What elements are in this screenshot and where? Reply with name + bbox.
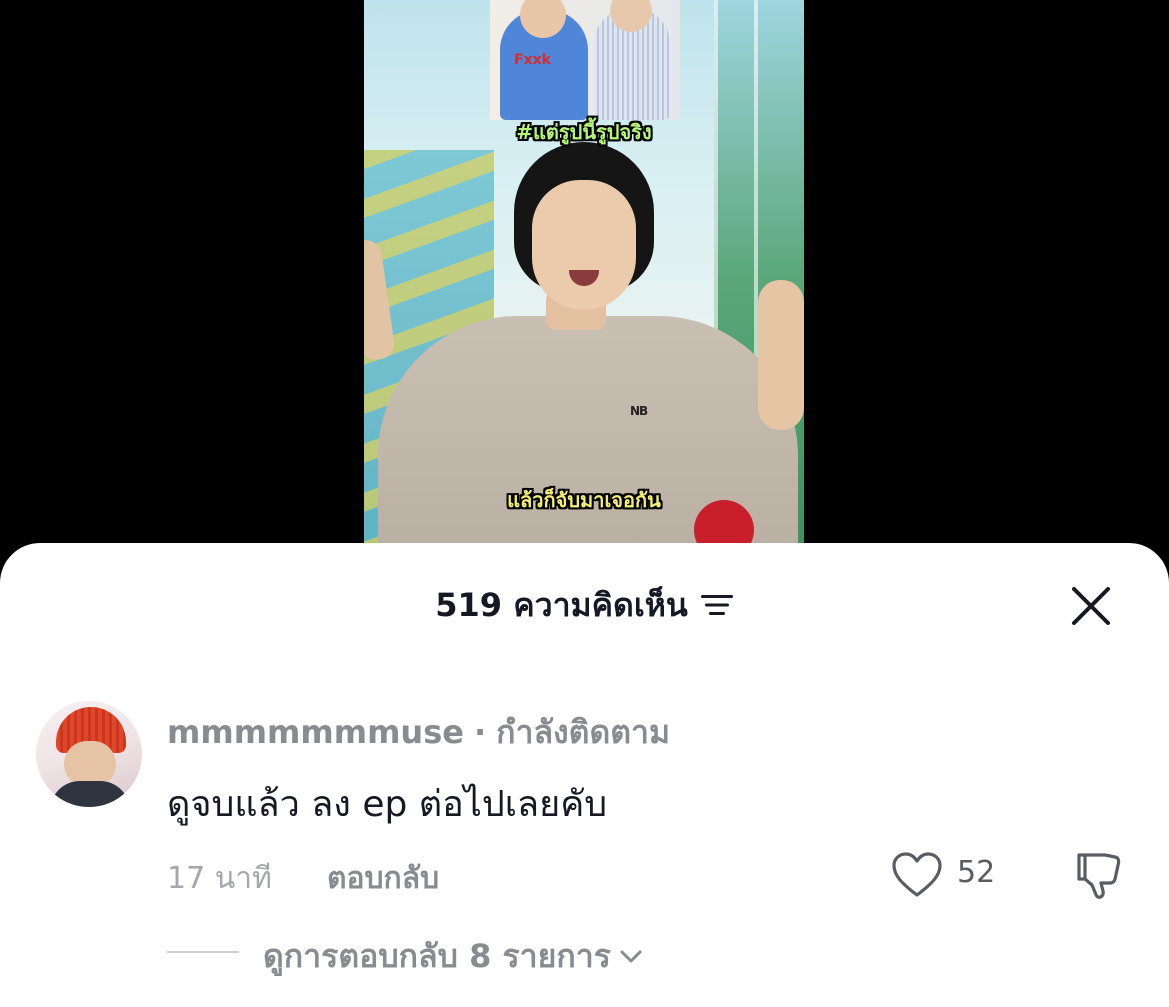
reply-button[interactable]: ตอบกลับ xyxy=(327,855,439,902)
comment-username[interactable]: mmmmmmmuse xyxy=(167,713,464,751)
thumbs-down-icon[interactable] xyxy=(1071,849,1123,901)
follow-status: กำลังติดตาม xyxy=(496,713,671,751)
replies-divider xyxy=(167,951,239,953)
sort-lines-icon[interactable] xyxy=(700,592,734,618)
view-replies-row: ดูการตอบกลับ 8 รายการ xyxy=(167,931,867,975)
comment-time: 17 นาที xyxy=(167,861,272,896)
comments-header: 519 ความคิดเห็น xyxy=(0,583,1169,627)
comments-sheet: 519 ความคิดเห็น mmmmmmmuse · กำลังติดตาม ด… xyxy=(0,543,1169,1007)
comment-author-line: mmmmmmmuse · กำลังติดตาม xyxy=(167,707,670,758)
person-arm-right xyxy=(758,280,804,430)
comment-actions: 17 นาที ตอบกลับ 52 xyxy=(167,852,1167,899)
like-count: 52 xyxy=(957,855,996,890)
close-x-icon xyxy=(1072,587,1110,625)
poster-image: Fxxk xyxy=(490,0,680,120)
avatar[interactable] xyxy=(36,701,142,807)
comments-count-title: 519 ความคิดเห็น xyxy=(435,585,688,624)
video-caption-bottom: แล้วก็จับมาเจอกัน xyxy=(507,488,661,512)
comment-text: ดูจบแล้ว ลง ep ต่อไปเลยคับ xyxy=(167,784,608,825)
heart-icon[interactable] xyxy=(891,851,943,899)
avatar-body xyxy=(50,781,130,807)
separator-dot: · xyxy=(473,713,487,751)
video-player[interactable]: Fxxk NB #แต่รูปนี้รูปจริง แล้วก็จับมาเจอ… xyxy=(364,0,804,560)
view-replies-label: ดูการตอบกลับ 8 รายการ xyxy=(263,937,611,975)
shirt-logo-icon: NB xyxy=(630,404,648,418)
chevron-down-icon xyxy=(620,950,642,962)
poster-shirt-text: Fxxk xyxy=(514,52,551,68)
person-face xyxy=(532,180,636,310)
close-button[interactable] xyxy=(1068,583,1114,629)
view-replies-button[interactable]: ดูการตอบกลับ 8 รายการ xyxy=(263,931,643,982)
video-caption-top: #แต่รูปนี้รูปจริง xyxy=(516,120,652,144)
